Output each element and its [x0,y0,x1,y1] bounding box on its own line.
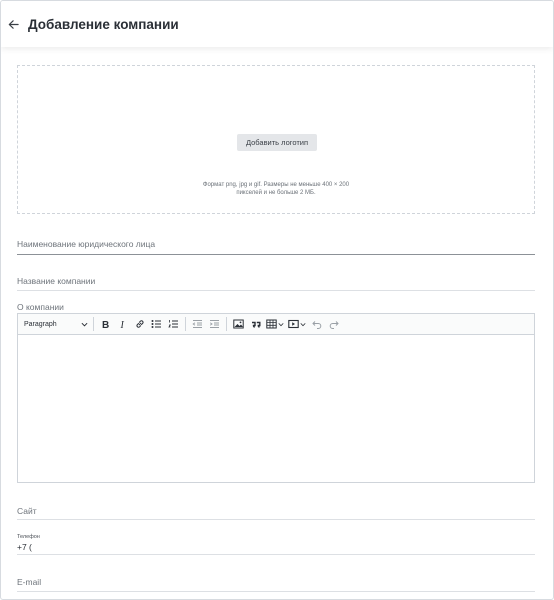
about-editor: Paragraph B I [17,313,535,483]
paragraph-format-value: Paragraph [24,320,57,328]
svg-text:B: B [102,320,109,329]
table-icon [266,319,277,329]
phone-underline-wrap [17,554,535,555]
image-icon [233,319,244,329]
app-frame: Добавление компании Добавить логотип Фор… [0,0,554,600]
phone-label: Телефон [17,534,40,540]
chevron-down-icon [278,322,284,326]
legal-name-placeholder: Наименование юридического лица [17,239,156,249]
legal-name-field[interactable]: Наименование юридического лица [17,239,535,256]
bold-button[interactable]: B [99,317,112,332]
site-underline [17,519,535,520]
company-name-placeholder: Название компании [17,276,96,286]
toolbar-separator [93,317,94,331]
outdent-button[interactable] [191,317,204,332]
toolbar-separator [185,317,186,331]
phone-underline [17,554,535,555]
logo-upload-hint-line1: Формат png, jpg и gif. Размеры не меньше… [202,182,350,188]
editor-toolbar: Paragraph B I [18,314,534,335]
undo-button[interactable] [310,317,323,332]
paragraph-format-dropdown[interactable]: Paragraph [24,317,90,332]
editor-content-area[interactable] [18,335,534,482]
phone-input[interactable]: +7 ( [17,542,32,552]
outdent-icon [192,320,202,328]
blockquote-button[interactable] [249,317,262,332]
insert-table-button[interactable] [266,317,284,332]
insert-image-button[interactable] [232,317,245,332]
site-field[interactable]: Сайт [17,506,535,522]
logo-upload-hint: Формат png, jpg и gif. Размеры не меньше… [18,181,534,197]
undo-icon [311,321,321,329]
toolbar-separator [226,317,227,331]
arrow-left-icon [8,19,19,29]
redo-button[interactable] [327,317,340,332]
redo-icon [329,321,339,329]
chevron-down-icon [300,322,306,326]
email-underline [17,591,535,592]
legal-name-underline [17,254,535,255]
company-name-underline [17,290,535,291]
indent-icon [209,320,219,328]
email-placeholder: E-mail [17,577,42,587]
numbered-list-icon [168,320,178,328]
email-field[interactable]: E-mail [17,577,535,593]
insert-media-button[interactable] [288,317,306,332]
media-icon [288,319,299,329]
page-header: Добавление компании [1,1,553,47]
indent-button[interactable] [208,317,221,332]
logo-upload-area[interactable]: Добавить логотип Формат png, jpg и gif. … [17,65,535,214]
italic-icon: I [119,320,124,329]
bulleted-list-icon [151,320,161,328]
link-button[interactable] [133,317,146,332]
blockquote-icon [251,321,260,328]
site-placeholder: Сайт [17,506,37,516]
company-name-field[interactable]: Название компании [17,276,535,292]
svg-text:I: I [119,320,124,329]
add-logo-button[interactable]: Добавить логотип [237,134,317,151]
bulleted-list-button[interactable] [150,317,163,332]
back-button[interactable] [4,15,22,33]
chevron-down-icon [81,322,88,326]
link-icon [135,320,144,328]
italic-button[interactable]: I [116,317,129,332]
page-title: Добавление компании [28,16,179,32]
numbered-list-button[interactable] [167,317,180,332]
logo-upload-hint-line2: пикселей и не больше 2 МБ. [236,190,316,196]
about-label: О компании [17,302,64,312]
bold-icon: B [102,320,109,329]
